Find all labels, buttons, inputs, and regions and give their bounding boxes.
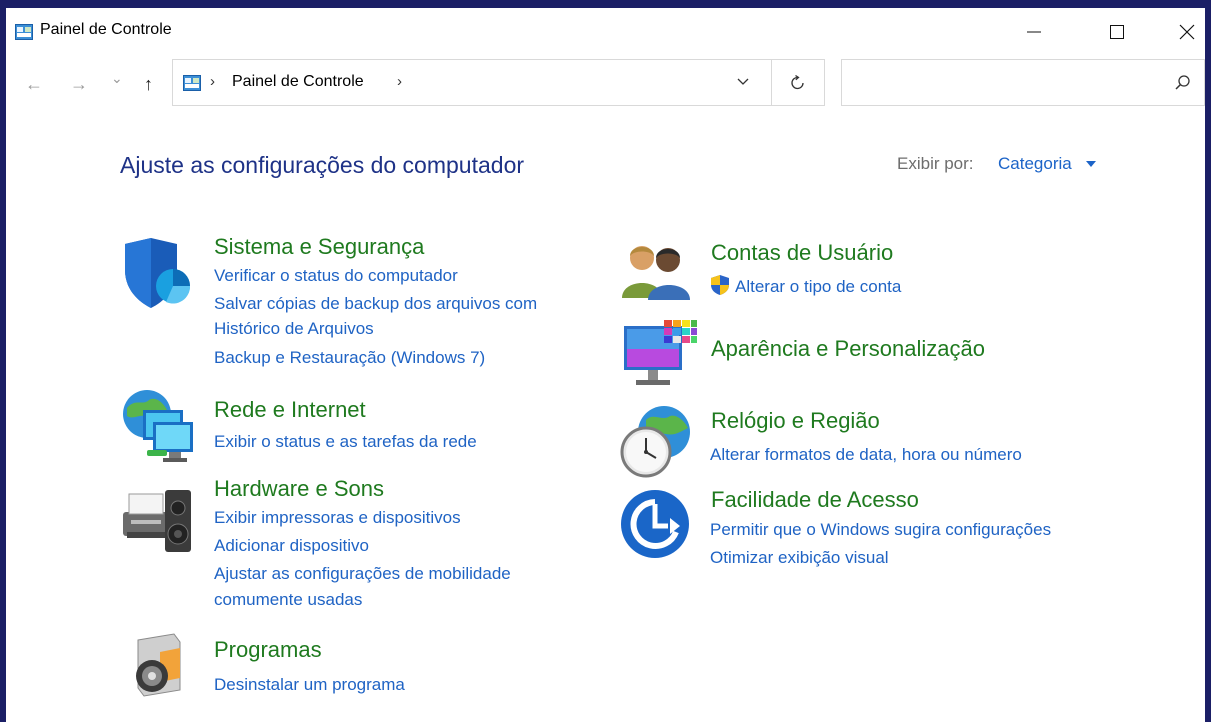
search-input[interactable] <box>841 59 1205 106</box>
title-bar: Painel de Controle <box>6 8 1205 54</box>
window-title: Painel de Controle <box>40 21 172 38</box>
maximize-button[interactable] <box>1102 18 1132 46</box>
link-windows-suggest-settings[interactable]: Permitir que o Windows sugira configuraç… <box>710 520 1051 540</box>
view-by-dropdown[interactable]: Categoria <box>998 154 1072 174</box>
category-clock-region[interactable]: Relógio e Região <box>711 408 880 434</box>
link-uninstall-program[interactable]: Desinstalar um programa <box>214 675 405 695</box>
link-file-history[interactable]: Histórico de Arquivos <box>214 319 374 339</box>
view-by-label: Exibir por: <box>897 154 974 173</box>
refresh-icon <box>791 74 804 89</box>
chevron-down-icon[interactable] <box>736 76 750 86</box>
control-panel-window: Painel de Controle ← → ⌄ ↑ › Painel de C… <box>6 8 1205 722</box>
link-change-account-type[interactable]: Alterar o tipo de conta <box>735 277 901 297</box>
programs-disc-icon[interactable] <box>130 632 188 698</box>
minimize-button[interactable] <box>1019 18 1049 46</box>
link-optimize-visual-display[interactable]: Otimizar exibição visual <box>710 548 889 568</box>
category-hardware-sounds[interactable]: Hardware e Sons <box>214 476 384 502</box>
breadcrumb-separator[interactable]: › <box>397 73 402 90</box>
security-shield-icon[interactable] <box>121 236 193 312</box>
back-button[interactable]: ← <box>25 74 43 95</box>
recent-locations-button[interactable]: ⌄ <box>111 70 123 87</box>
refresh-button[interactable] <box>772 59 825 106</box>
link-add-device[interactable]: Adicionar dispositivo <box>214 536 369 556</box>
breadcrumb-control-panel[interactable]: Painel de Controle <box>232 73 364 91</box>
dropdown-arrow-icon[interactable] <box>1086 161 1096 167</box>
clock-region-icon[interactable] <box>618 402 694 480</box>
appearance-personalization-icon[interactable] <box>620 316 698 390</box>
user-accounts-icon[interactable] <box>620 240 692 300</box>
maximize-icon <box>1110 25 1124 39</box>
page-title: Ajuste as configurações do computador <box>120 152 525 178</box>
link-network-status[interactable]: Exibir o status e as tarefas da rede <box>214 432 477 452</box>
ease-of-access-icon[interactable] <box>620 488 692 560</box>
link-change-date-formats[interactable]: Alterar formatos de data, hora ou número <box>710 445 1022 465</box>
printer-speaker-icon[interactable] <box>121 476 193 556</box>
breadcrumb-separator[interactable]: › <box>210 73 215 90</box>
link-view-printers-devices[interactable]: Exibir impressoras e dispositivos <box>214 508 461 528</box>
category-appearance-personalization[interactable]: Aparência e Personalização <box>711 336 985 362</box>
link-check-computer-status[interactable]: Verificar o status do computador <box>214 266 458 286</box>
category-network-internet[interactable]: Rede e Internet <box>214 397 366 423</box>
link-backup-restore[interactable]: Backup e Restauração (Windows 7) <box>214 348 485 368</box>
close-button[interactable] <box>1172 18 1202 46</box>
link-mobility-settings[interactable]: Ajustar as configurações de mobilidade <box>214 564 511 584</box>
link-mobility-settings-cont[interactable]: comumente usadas <box>214 590 362 610</box>
search-icon <box>1175 75 1190 90</box>
control-panel-icon <box>15 24 33 40</box>
close-icon <box>1179 24 1195 40</box>
control-panel-icon <box>183 75 201 91</box>
network-globe-icon[interactable] <box>119 388 195 466</box>
category-system-security[interactable]: Sistema e Segurança <box>214 234 424 260</box>
forward-button[interactable]: → <box>70 74 88 95</box>
category-programs[interactable]: Programas <box>214 637 322 663</box>
category-user-accounts[interactable]: Contas de Usuário <box>711 240 893 266</box>
category-ease-of-access[interactable]: Facilidade de Acesso <box>711 487 919 513</box>
link-save-backup-copies[interactable]: Salvar cópias de backup dos arquivos com <box>214 294 537 314</box>
uac-shield-icon <box>711 275 729 295</box>
minimize-icon <box>1027 31 1041 33</box>
up-button[interactable]: ↑ <box>144 74 153 95</box>
address-bar[interactable]: › Painel de Controle › <box>172 59 772 106</box>
